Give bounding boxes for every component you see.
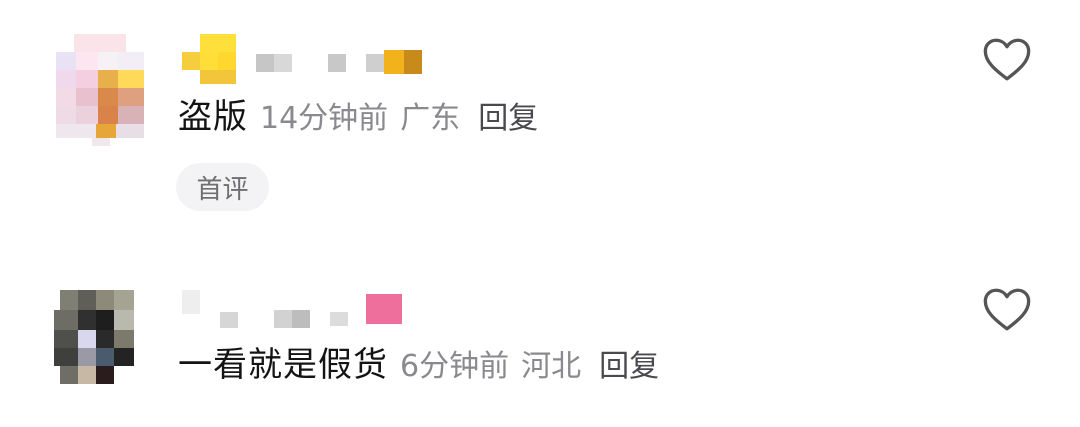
comment-time: 14分钟前: [260, 101, 389, 136]
username[interactable]: [180, 34, 440, 84]
avatar[interactable]: [50, 290, 146, 402]
comment-location: 广东: [400, 101, 461, 136]
comment-text: 一看就是假货: [178, 345, 388, 385]
comment-line: 盗版 14分钟前 广东 回复: [178, 100, 538, 134]
comment-time: 6分钟前: [400, 349, 510, 384]
comment-line: 一看就是假货 6分钟前 河北 回复: [178, 348, 659, 382]
comment-item: 一看就是假货 6分钟前 河北 回复: [0, 270, 1080, 427]
reply-button[interactable]: 回复: [599, 349, 659, 384]
heart-outline-icon: [983, 288, 1031, 331]
first-comment-badge: 首评: [176, 163, 269, 211]
heart-outline-icon: [983, 38, 1031, 81]
comment-item: 盗版 14分钟前 广东 回复 首评: [0, 0, 1080, 250]
avatar[interactable]: [52, 34, 148, 146]
comment-text: 盗版: [178, 97, 248, 137]
comment-location: 河北: [521, 349, 582, 384]
like-button[interactable]: [982, 286, 1032, 332]
reply-button[interactable]: 回复: [478, 101, 538, 136]
username[interactable]: [180, 290, 440, 338]
like-button[interactable]: [982, 36, 1032, 82]
